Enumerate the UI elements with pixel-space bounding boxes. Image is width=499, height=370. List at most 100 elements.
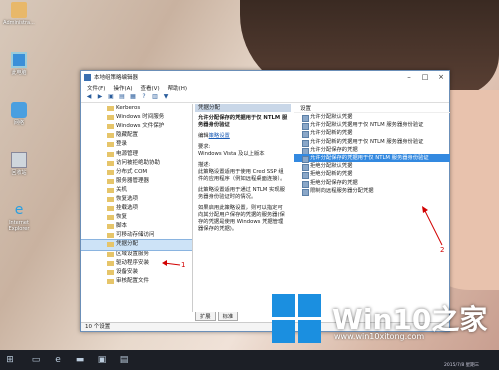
desktop-icon-network[interactable]: 网络 xyxy=(2,102,36,126)
task-view-icon[interactable]: ▭ xyxy=(30,354,42,366)
maximize-button[interactable]: □ xyxy=(417,73,433,81)
folder-icon xyxy=(107,178,114,184)
settings-header: 设置 xyxy=(294,105,450,113)
tree-item[interactable]: 隐藏配置 xyxy=(81,131,192,140)
file-explorer-icon[interactable]: ▬ xyxy=(74,354,86,366)
tree-item[interactable]: Windows 时间服务 xyxy=(81,113,192,122)
tree-item[interactable]: Windows 文件保护 xyxy=(81,122,192,131)
desktop-icon-this-pc[interactable]: 此电脑 xyxy=(2,52,36,76)
setting-item[interactable]: 限制向远程服务器分配凭据 xyxy=(294,187,450,196)
view-tabs: 扩展 标准 xyxy=(195,312,239,321)
tree-item-label: 分布式 COM xyxy=(116,168,148,175)
internet-explorer-icon: e xyxy=(14,202,24,218)
tree-item[interactable]: 可移动存储访问 xyxy=(81,231,192,240)
brand-url: www.win10xitong.com xyxy=(334,332,425,341)
setting-item-selected[interactable]: 允许分配保存的凭据用于仅 NTLM 服务器身份验证 xyxy=(294,153,450,164)
description: 描述: 此策略设置适用于使用 Cred SSP 组件的应用程序（例如远程桌面连接）… xyxy=(198,162,288,183)
close-button[interactable]: × xyxy=(433,73,449,81)
app-icon xyxy=(84,73,91,81)
edge-icon[interactable]: e xyxy=(52,354,64,366)
setting-item[interactable]: 拒绝分配新的凭据 xyxy=(294,170,450,180)
tree-item-label: 电源管理 xyxy=(116,150,139,157)
tree-item-label: 审核配置文件 xyxy=(116,277,150,284)
export-icon[interactable]: ▦ xyxy=(129,93,137,101)
folder-icon xyxy=(107,133,114,139)
tree-item[interactable]: 电源管理 xyxy=(81,149,192,158)
tree-item[interactable]: 恢复 xyxy=(81,213,192,222)
tree-item[interactable]: 审核配置文件 xyxy=(81,277,192,286)
minimize-button[interactable]: – xyxy=(401,73,417,81)
setting-item[interactable]: 拒绝分配默认凭据 xyxy=(294,162,450,172)
setting-item[interactable]: 允许分配新的凭据 xyxy=(294,129,450,139)
up-folder-icon[interactable]: ▣ xyxy=(107,93,115,101)
tree-item-label: 登录 xyxy=(116,141,128,148)
tree-item-label: 访问被拒绝助协助 xyxy=(116,159,161,166)
setting-item[interactable]: 拒绝分配保存的凭据 xyxy=(294,179,450,188)
folder-icon xyxy=(107,142,114,148)
policy-editor-taskbar-icon[interactable]: ▤ xyxy=(118,354,130,366)
tree-item-label: Kerberos xyxy=(116,105,141,112)
desktop-icon-label: Internet Explorer xyxy=(8,220,30,232)
tree-item-label: 服务器管理器 xyxy=(116,177,150,184)
desktop-icon-label: 网络 xyxy=(13,120,24,126)
tree-item[interactable]: 登录 xyxy=(81,140,192,149)
menu-file[interactable]: 文件(F) xyxy=(87,84,105,92)
recycle-bin-icon xyxy=(11,152,27,168)
setting-item[interactable]: 允许分配新的凭据用于仅 NTLM 服务器身份验证 xyxy=(294,138,450,147)
menu-action[interactable]: 操作(A) xyxy=(113,84,132,92)
title-bar: 本地组策略编辑器 – □ × xyxy=(81,71,449,83)
folder-icon xyxy=(11,2,27,18)
taskbar: ⊞ ▭ e ▬ ▣ ▤ 2015/7/8 星期三 xyxy=(0,350,499,370)
menu-help[interactable]: 帮助(H) xyxy=(168,84,187,92)
desktop-icon-user[interactable]: Administra... xyxy=(2,2,36,26)
desktop-icon-recycle-bin[interactable]: 回收站 xyxy=(2,152,36,176)
tree-item[interactable]: 访问被拒绝助协助 xyxy=(81,159,192,168)
folder-icon xyxy=(107,187,114,193)
clock: 2015/7/8 星期三 xyxy=(444,363,480,368)
setting-item[interactable]: 允许分配默认凭据 xyxy=(294,113,450,123)
tree-item-label: 设备安装 xyxy=(116,268,139,275)
folder-icon xyxy=(107,196,114,202)
folder-icon xyxy=(107,224,114,230)
tree-item[interactable]: 恢复选项 xyxy=(81,195,192,204)
tree-item[interactable]: 关机 xyxy=(81,186,192,195)
folder-icon xyxy=(107,106,114,112)
tree-item-label: 挂载选项 xyxy=(116,205,139,212)
setting-item[interactable]: 允许分配保存的凭据 xyxy=(294,146,450,155)
tree-item-label: 关机 xyxy=(116,186,128,193)
tree-item[interactable]: 脚本 xyxy=(81,222,192,231)
start-icon[interactable]: ⊞ xyxy=(4,354,16,366)
tree-item-label: Windows 时间服务 xyxy=(116,114,165,121)
folder-icon xyxy=(107,278,114,284)
tree-item-credential-delegation[interactable]: 凭据分配 xyxy=(81,239,192,251)
description-pane: 凭据分配 允许分配保存的凭据用于仅 NTLM 服务器身份验证 编辑策略设置 要求… xyxy=(195,104,291,312)
tree-item[interactable]: 挂载选项 xyxy=(81,204,192,213)
back-icon[interactable]: ◀ xyxy=(85,93,93,101)
store-icon[interactable]: ▣ xyxy=(96,354,108,366)
tree-item[interactable]: 分布式 COM xyxy=(81,168,192,177)
setting-item[interactable]: 允许分配默认凭据用于仅 NTLM 服务器身份验证 xyxy=(294,121,450,131)
show-tree-icon[interactable]: ▤ xyxy=(118,93,126,101)
req-value: Windows Vista 及以上版本 xyxy=(198,151,265,157)
menu-view[interactable]: 查看(V) xyxy=(141,84,160,92)
network-icon xyxy=(11,102,27,118)
properties-icon[interactable]: ▥ xyxy=(151,93,159,101)
filter-icon[interactable]: ▼ xyxy=(162,93,170,101)
tree-item-label: 脚本 xyxy=(116,223,128,230)
tree-item-label: 恢复 xyxy=(116,214,128,221)
annotation-arrow-1 xyxy=(162,260,181,266)
desktop-icon-ie[interactable]: e Internet Explorer xyxy=(2,202,36,232)
desktop-icon-label: 此电脑 xyxy=(11,70,27,76)
help-icon[interactable]: ? xyxy=(140,93,148,101)
folder-icon xyxy=(107,160,114,166)
edit-policy-link[interactable]: 策略设置 xyxy=(209,133,230,139)
tree-item[interactable]: Kerberos xyxy=(81,104,192,113)
req-label: 要求: xyxy=(198,144,211,150)
forward-icon[interactable]: ▶ xyxy=(96,93,104,101)
tree-item-label: 隐藏配置 xyxy=(116,132,139,139)
tab-extended[interactable]: 扩展 xyxy=(195,312,216,321)
tree-item-label: 凭据分配 xyxy=(116,241,139,248)
tab-standard[interactable]: 标准 xyxy=(217,312,239,321)
folder-icon xyxy=(107,206,114,212)
tree-item[interactable]: 服务器管理器 xyxy=(81,177,192,186)
